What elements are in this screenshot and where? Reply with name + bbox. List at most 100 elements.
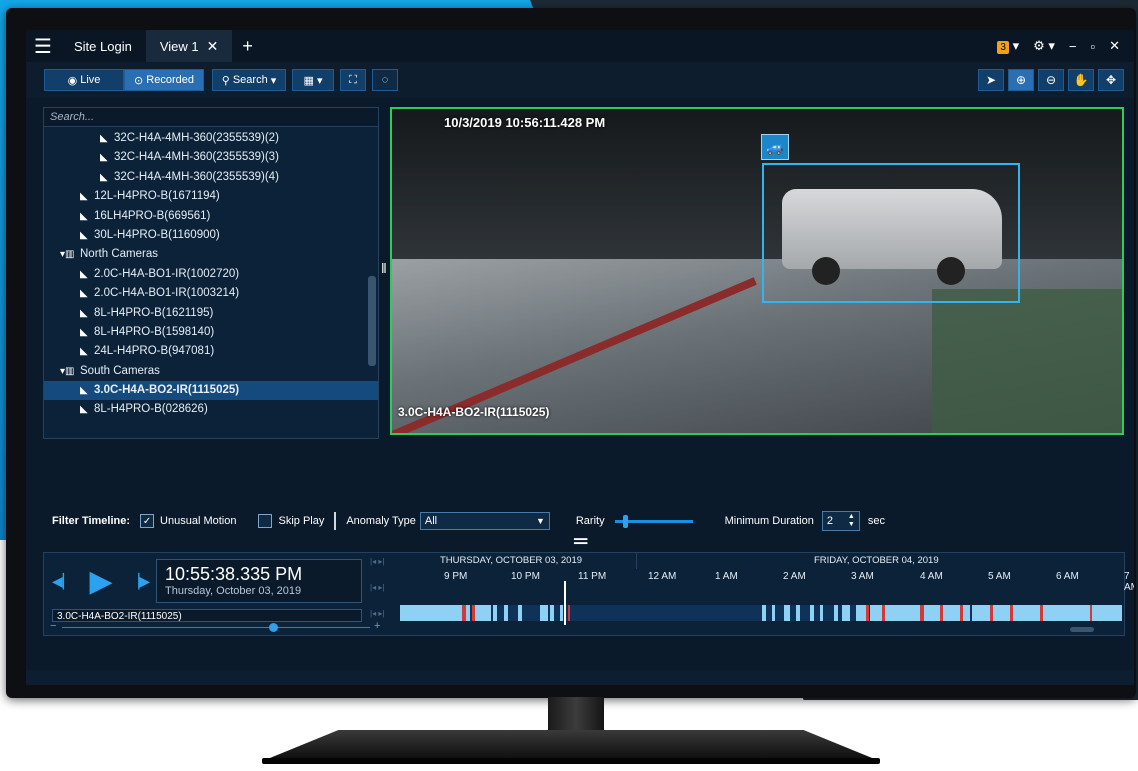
window-controls: 3 ▾ ⚙ ▾ − ▫ ✕ [997, 38, 1134, 54]
motion-segment[interactable] [842, 605, 850, 621]
anomaly-segment[interactable] [568, 605, 570, 621]
anomaly-segment[interactable] [960, 605, 963, 621]
prev-next-event-icon[interactable]: |◂ ▸| [370, 609, 384, 618]
playhead[interactable] [564, 581, 566, 625]
anomaly-type-value: All [424, 515, 438, 527]
anomaly-segment[interactable] [1040, 605, 1043, 621]
tree-item-camera[interactable]: ◣ 8L-H4PRO-B(1598140) [44, 323, 378, 342]
anomaly-segment[interactable] [472, 605, 475, 621]
play-icon[interactable]: ▶ [90, 564, 113, 599]
timeline-zoom-knob[interactable] [269, 623, 278, 632]
tree-item-camera[interactable]: ◣ 16LH4PRO-B(669561) [44, 207, 378, 226]
motion-segment[interactable] [762, 605, 766, 621]
motion-segment[interactable] [810, 605, 814, 621]
tree-group[interactable]: ▾▥ North Cameras [44, 245, 378, 264]
tree-item-camera[interactable]: ◣ 32C-H4A-4MH-360(2355539)(4) [44, 168, 378, 187]
anomaly-segment[interactable] [940, 605, 943, 621]
layout-button[interactable]: ▦ ▾ [292, 69, 334, 91]
anomaly-segment[interactable] [920, 605, 924, 621]
anomaly-segment[interactable] [882, 605, 885, 621]
tree-item-camera[interactable]: ◣ 2.0C-H4A-BO1-IR(1003214) [44, 284, 378, 303]
anomaly-segment[interactable] [462, 605, 466, 621]
minimize-button[interactable]: − [1069, 39, 1077, 54]
zoom-out-icon[interactable]: ⊖ [1038, 69, 1064, 91]
close-icon[interactable]: ✕ [207, 38, 219, 55]
scrollbar-thumb[interactable] [1070, 627, 1094, 632]
fullscreen-button[interactable]: ⛶ [340, 69, 366, 91]
tree-item-camera[interactable]: ◣ 8L-H4PRO-B(1621195) [44, 304, 378, 323]
scrollbar-thumb[interactable] [368, 276, 376, 366]
tree-item-camera[interactable]: ◣ 32C-H4A-4MH-360(2355539)(3) [44, 148, 378, 167]
settings-icon[interactable]: ⚙ ▾ [1033, 38, 1055, 54]
anomaly-segment[interactable] [1010, 605, 1013, 621]
motion-segment[interactable] [834, 605, 838, 621]
stepper-arrows-icon[interactable]: ▲ ▼ [848, 513, 855, 529]
tree-item-camera[interactable]: ◣ 24L-H4PRO-B(947081) [44, 342, 378, 361]
motion-track[interactable] [400, 605, 1122, 621]
tree-item-label: 32C-H4A-4MH-360(2355539)(4) [114, 170, 279, 183]
pan-hand-icon[interactable]: ✋ [1068, 69, 1094, 91]
tree-item-camera[interactable]: ◣ 30L-H4PRO-B(1160900) [44, 226, 378, 245]
unusual-motion-checkbox[interactable]: ✓ Unusual Motion [140, 514, 236, 528]
zoom-in-icon[interactable]: ⊕ [1008, 69, 1034, 91]
motion-segment[interactable] [400, 605, 470, 621]
video-viewport[interactable]: 🚙 10/3/2019 10:56:11.428 PM 3.0C-H4A-BO2… [390, 107, 1124, 435]
motion-segment[interactable] [772, 605, 775, 621]
maximize-button[interactable]: ▫ [1090, 39, 1095, 54]
motion-segment[interactable] [972, 605, 1122, 621]
tree-item-camera[interactable]: ◣ 2.0C-H4A-BO1-IR(1002720) [44, 265, 378, 284]
pointer-icon[interactable]: ➤ [978, 69, 1004, 91]
step-back-icon[interactable]: ◀▏ [52, 573, 74, 590]
zoom-out-timeline-icon[interactable]: − [50, 620, 56, 632]
min-duration-stepper[interactable]: 2 ▲ ▼ [821, 511, 860, 531]
motion-segment[interactable] [820, 605, 823, 621]
car-icon[interactable]: 🚙 [761, 134, 789, 160]
tab-view-1[interactable]: View 1 ✕ [145, 30, 233, 62]
motion-segment[interactable] [518, 605, 522, 621]
motion-segment[interactable] [796, 605, 800, 621]
anomaly-segment[interactable] [866, 605, 869, 621]
move-icon[interactable]: ✥ [1098, 69, 1124, 91]
timeline-scrollbar[interactable] [400, 627, 1122, 633]
motion-segment[interactable] [550, 605, 554, 621]
hour-label: 12 AM [648, 571, 677, 582]
tab-site-login[interactable]: Site Login [60, 30, 146, 62]
add-tab-button[interactable]: + [242, 36, 253, 57]
motion-segment[interactable] [560, 605, 563, 621]
motion-segment[interactable] [474, 605, 488, 621]
anomaly-segment[interactable] [1090, 605, 1092, 621]
prev-next-day-icon[interactable]: |◂ ▸| [370, 557, 384, 566]
zoom-in-timeline-icon[interactable]: + [374, 620, 380, 632]
notification-button[interactable]: 3 ▾ [997, 38, 1019, 54]
step-forward-icon[interactable]: ▕▶ [129, 573, 151, 590]
tree-scrollbar[interactable] [368, 136, 376, 436]
prev-next-hour-icon[interactable]: |◂ ▸| [370, 583, 384, 592]
recorded-button[interactable]: ⊙ Recorded [124, 69, 204, 91]
close-window-button[interactable]: ✕ [1109, 38, 1120, 54]
anomaly-type-select[interactable]: All ▼ [419, 512, 550, 530]
tree-item-camera[interactable]: ◣ 3.0C-H4A-BO2-IR(1115025) [44, 381, 378, 401]
motion-segment[interactable] [540, 605, 548, 621]
hamburger-icon[interactable]: ☰ [26, 30, 60, 62]
slider-knob[interactable] [622, 514, 628, 528]
anomaly-segment[interactable] [990, 605, 993, 621]
skip-play-checkbox[interactable]: Skip Play [258, 514, 324, 528]
detection-bounding-box[interactable] [762, 163, 1020, 303]
live-button[interactable]: ◉ Live [44, 69, 124, 91]
tree-item-camera[interactable]: ◣ 32C-H4A-4MH-360(2355539)(2) [44, 129, 378, 148]
monitor-screen: ☰ Site Login View 1 ✕ + 3 ▾ ⚙ ▾ − ▫ ✕ ◉ [26, 30, 1134, 685]
tree-item-camera[interactable]: ◣ 12L-H4PRO-B(1671194) [44, 187, 378, 206]
timeline-zoom-track[interactable] [62, 627, 370, 628]
motion-segment[interactable] [493, 605, 497, 621]
panel-resize-grip[interactable]: ‖ [381, 260, 387, 276]
sync-button[interactable]: ◌ [372, 69, 398, 91]
search-button[interactable]: ⚲ Search ▾ [212, 69, 286, 91]
tree-group[interactable]: ▾▥ South Cameras [44, 362, 378, 381]
tree-search-input[interactable]: Search... [44, 108, 378, 127]
splitter-handle[interactable]: ━━ ━━ [574, 535, 587, 550]
motion-segment[interactable] [784, 605, 790, 621]
motion-segment[interactable] [488, 605, 491, 621]
motion-segment[interactable] [504, 605, 508, 621]
tree-item-camera[interactable]: ◣ 8L-H4PRO-B(028626) [44, 400, 378, 419]
rarity-slider[interactable] [614, 514, 693, 528]
